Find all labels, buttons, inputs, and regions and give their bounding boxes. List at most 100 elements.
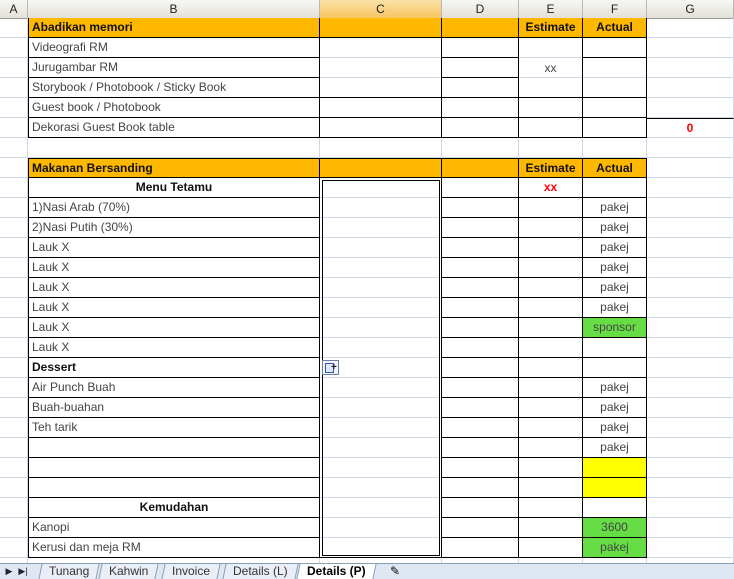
section2-actual-cell[interactable]: pakej (583, 398, 647, 418)
section1-d-cell[interactable] (442, 38, 519, 58)
section1-item[interactable]: Guest book / Photobook (28, 98, 320, 118)
section2-actual-cell[interactable]: pakej (583, 438, 647, 458)
grid-cell[interactable] (0, 458, 28, 478)
section2-actual-header[interactable]: Actual (583, 158, 647, 178)
section2-item[interactable]: Air Punch Buah (28, 378, 320, 398)
section1-f-merged[interactable] (583, 58, 647, 98)
grid-cell[interactable] (0, 478, 28, 498)
section2-header-c[interactable] (320, 158, 442, 178)
section2-estimate-header[interactable]: Estimate (519, 158, 583, 178)
section1-item[interactable]: Jurugambar RM (28, 58, 320, 78)
section2-estimate-cell[interactable] (519, 478, 583, 498)
section2-estimate-cell[interactable] (519, 498, 583, 518)
section2-item[interactable]: Teh tarik (28, 418, 320, 438)
section2-estimate-cell[interactable] (519, 298, 583, 318)
grid-cell[interactable] (0, 198, 28, 218)
grid-cell[interactable] (0, 118, 28, 138)
section2-d-cell[interactable] (442, 198, 519, 218)
section2-item[interactable]: 1)Nasi Arab (70%) (28, 198, 320, 218)
section1-estimate-header[interactable]: Estimate (519, 18, 583, 38)
section2-estimate-cell[interactable] (519, 338, 583, 358)
grid-cell[interactable] (647, 538, 734, 558)
section2-item[interactable] (28, 438, 320, 458)
section1-f-cell[interactable] (583, 38, 647, 58)
grid-cell[interactable] (647, 378, 734, 398)
grid-cell[interactable] (0, 318, 28, 338)
grid-cell[interactable] (647, 178, 734, 198)
section1-header-d[interactable] (442, 18, 519, 38)
insert-sheet-icon[interactable]: ✎ (384, 564, 406, 579)
section2-d-cell[interactable] (442, 258, 519, 278)
grid-cell[interactable] (647, 98, 734, 118)
section2-d-cell[interactable] (442, 318, 519, 338)
grid-cell[interactable] (647, 238, 734, 258)
grid-cell[interactable] (647, 518, 734, 538)
section2-d-cell[interactable] (442, 278, 519, 298)
section2-actual-cell[interactable] (583, 338, 647, 358)
section2-header-d[interactable] (442, 158, 519, 178)
section2-item[interactable]: Lauk X (28, 338, 320, 358)
section2-d-cell[interactable] (442, 218, 519, 238)
column-header-d[interactable]: D (442, 0, 519, 18)
section2-actual-cell[interactable]: pakej (583, 378, 647, 398)
grid-cell[interactable] (647, 278, 734, 298)
section2-d-cell[interactable] (442, 518, 519, 538)
grid-cell[interactable] (442, 138, 519, 158)
grid-cell[interactable] (647, 458, 734, 478)
section2-d-cell[interactable] (442, 338, 519, 358)
spreadsheet-grid[interactable]: Abadikan memori Estimate Actual Videografi … (0, 18, 734, 563)
grid-cell[interactable] (647, 398, 734, 418)
section2-actual-cell[interactable] (583, 478, 647, 498)
section2-estimate-cell[interactable] (519, 238, 583, 258)
grid-cell[interactable] (0, 298, 28, 318)
grid-cell[interactable] (647, 138, 734, 158)
column-header-e[interactable]: E (519, 0, 583, 18)
section1-e-cell[interactable] (519, 118, 583, 138)
section2-actual-cell[interactable]: pakej (583, 418, 647, 438)
section1-item[interactable]: Dekorasi Guest Book table (28, 118, 320, 138)
grid-cell[interactable] (0, 498, 28, 518)
section2-estimate-cell[interactable] (519, 278, 583, 298)
section2-actual-cell[interactable]: pakej (583, 198, 647, 218)
grid-cell[interactable] (0, 418, 28, 438)
section2-actual-cell[interactable]: pakej (583, 298, 647, 318)
section2-item[interactable]: Lauk X (28, 278, 320, 298)
section2-d-cell[interactable] (442, 418, 519, 438)
grid-cell[interactable] (647, 78, 734, 98)
grid-cell[interactable] (0, 58, 28, 78)
section2-estimate-cell[interactable] (519, 378, 583, 398)
section2-estimate-cell[interactable]: xx (519, 178, 583, 198)
section2-item[interactable]: Kerusi dan meja RM (28, 538, 320, 558)
section1-f-cell[interactable] (583, 118, 647, 138)
section2-item[interactable]: Kanopi (28, 518, 320, 538)
tab-details-p[interactable]: Details (P) (296, 564, 377, 579)
column-header-g[interactable]: G (647, 0, 734, 18)
section2-actual-cell[interactable]: pakej (583, 538, 647, 558)
grid-cell[interactable] (647, 198, 734, 218)
section2-actual-cell[interactable]: pakej (583, 258, 647, 278)
column-header-a[interactable]: A (0, 0, 28, 18)
grid-cell[interactable] (0, 98, 28, 118)
grid-cell[interactable] (0, 218, 28, 238)
section2-estimate-cell[interactable] (519, 358, 583, 378)
section2-d-cell[interactable] (442, 438, 519, 458)
section2-actual-cell[interactable]: 3600 (583, 518, 647, 538)
section1-f-cell[interactable] (583, 98, 647, 118)
section2-d-cell[interactable] (442, 478, 519, 498)
section2-estimate-cell[interactable] (519, 418, 583, 438)
grid-cell[interactable] (647, 418, 734, 438)
section2-actual-cell[interactable]: sponsor (583, 318, 647, 338)
section2-estimate-cell[interactable] (519, 458, 583, 478)
section2-actual-cell[interactable]: pakej (583, 278, 647, 298)
section2-actual-cell[interactable] (583, 458, 647, 478)
grid-cell[interactable] (0, 538, 28, 558)
tab-kahwin[interactable]: Kahwin (98, 564, 159, 579)
grid-cell[interactable] (0, 238, 28, 258)
grid-cell[interactable] (647, 478, 734, 498)
grid-cell[interactable] (647, 38, 734, 58)
column-header-c[interactable]: C (320, 0, 442, 18)
grid-cell[interactable] (0, 358, 28, 378)
section2-d-cell[interactable] (442, 238, 519, 258)
section2-d-cell[interactable] (442, 398, 519, 418)
grid-cell[interactable] (0, 38, 28, 58)
